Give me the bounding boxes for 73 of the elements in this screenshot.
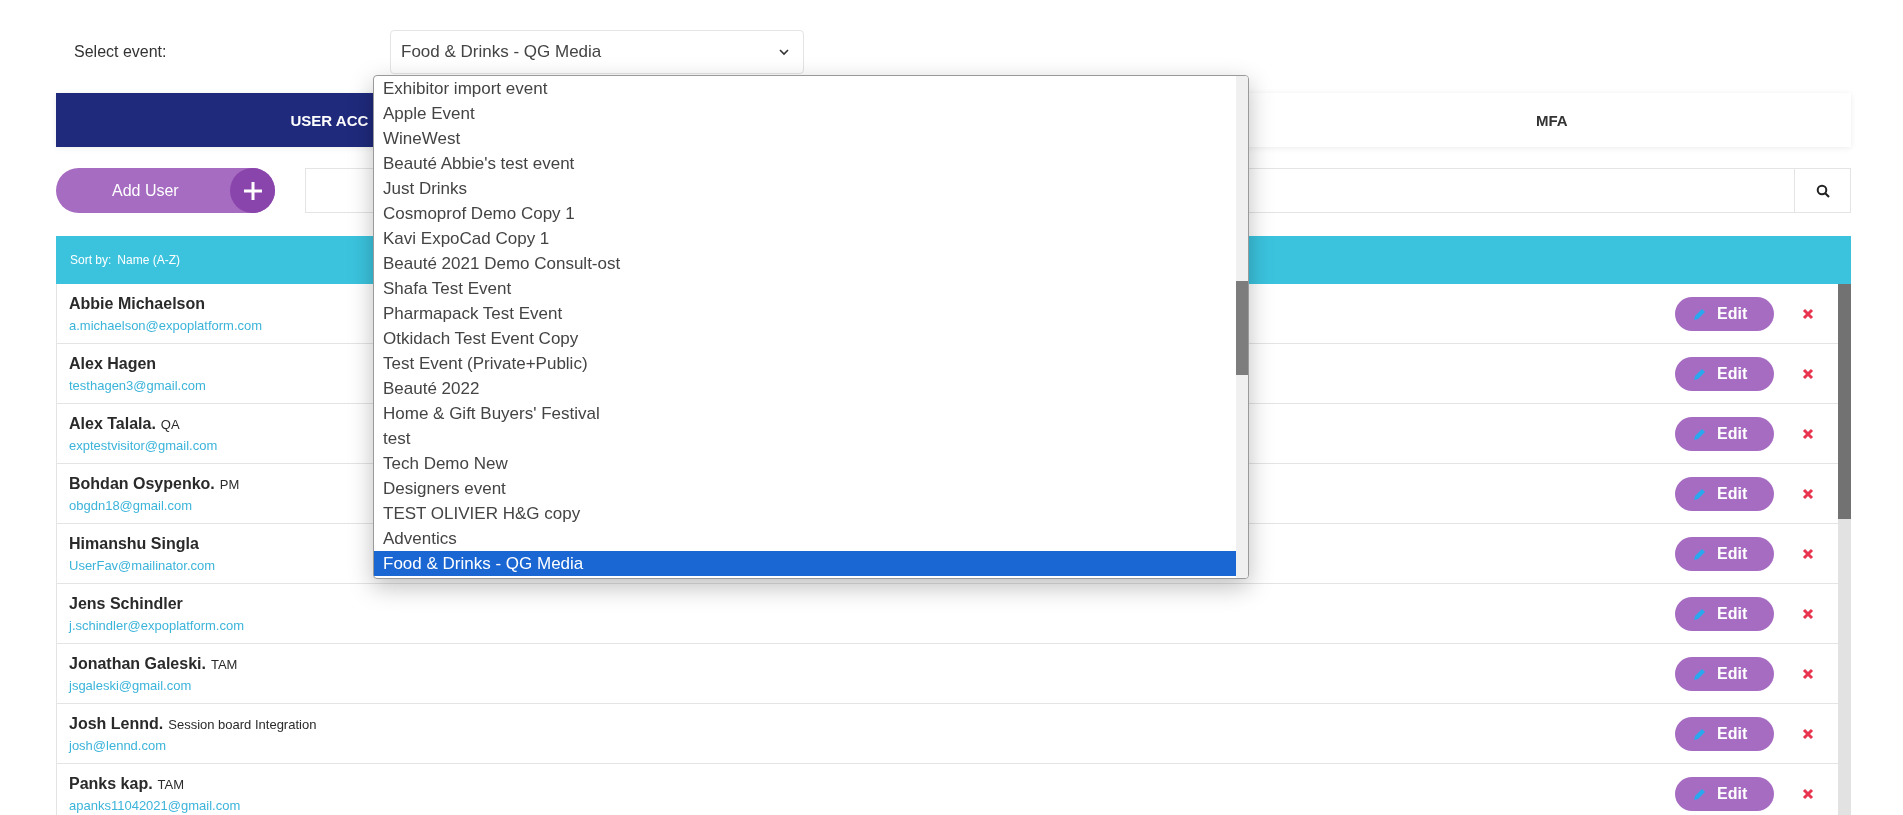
edit-button[interactable]: Edit — [1675, 776, 1774, 811]
select-event-label: Select event: — [73, 43, 168, 61]
user-email: j.schindler@expoplatform.com — [69, 617, 245, 633]
user-email: josh@lennd.com — [69, 737, 167, 753]
delete-icon[interactable] — [1802, 307, 1814, 320]
pencil-icon — [1693, 786, 1707, 801]
edit-button[interactable]: Edit — [1675, 296, 1774, 331]
delete-icon[interactable] — [1802, 367, 1814, 380]
dropdown-option[interactable]: test — [374, 426, 1236, 451]
dropdown-option[interactable]: Designers event — [374, 476, 1236, 501]
user-email: apanks11042021@gmail.com — [69, 797, 241, 813]
edit-button[interactable]: Edit — [1675, 356, 1774, 391]
user-name: Bohdan Osypenko. PM — [69, 474, 240, 493]
edit-button[interactable]: Edit — [1675, 656, 1774, 691]
user-name: Jens Schindler — [69, 594, 183, 613]
tab[interactable]: MFA — [1252, 93, 1851, 147]
delete-icon[interactable] — [1802, 607, 1814, 620]
pencil-icon — [1693, 306, 1707, 321]
add-user-button[interactable]: Add User — [56, 168, 275, 213]
dropdown-option[interactable]: Beauté 2022 — [374, 376, 1236, 401]
plus-icon — [242, 180, 263, 201]
delete-icon[interactable] — [1802, 667, 1814, 680]
search-button[interactable] — [1795, 168, 1851, 213]
dropdown-scrollbar[interactable] — [1236, 76, 1248, 578]
delete-icon[interactable] — [1802, 727, 1814, 740]
edit-button[interactable]: Edit — [1675, 476, 1774, 511]
user-email: jsgaleski@gmail.com — [69, 677, 192, 693]
dropdown-option[interactable]: Cosmoprof Demo Copy 1 — [374, 201, 1236, 226]
dropdown-option[interactable]: Adventics — [374, 526, 1236, 551]
scrollbar[interactable] — [1838, 284, 1851, 815]
user-name: Panks kap. TAM — [69, 774, 185, 793]
edit-button[interactable]: Edit — [1675, 536, 1774, 571]
dropdown-option[interactable]: Food & Drinks - QG Media — [374, 551, 1236, 576]
user-email: testhagen3@gmail.com — [69, 377, 206, 393]
edit-button[interactable]: Edit — [1675, 716, 1774, 751]
user-name: Himanshu Singla — [69, 534, 199, 553]
search-icon — [1815, 183, 1830, 198]
delete-icon[interactable] — [1802, 787, 1814, 800]
dropdown-option[interactable]: Beauté Abbie's test event — [374, 151, 1236, 176]
dropdown-option[interactable]: Beauté 2021 Demo Consult-ost — [374, 251, 1236, 276]
dropdown-option[interactable]: Pharmapack Test Event — [374, 301, 1236, 326]
dropdown-option[interactable]: Test Event (Private+Public) — [374, 351, 1236, 376]
event-select[interactable]: Food & Drinks - QG Media — [390, 30, 804, 74]
pencil-icon — [1693, 486, 1707, 501]
pencil-icon — [1693, 426, 1707, 441]
dropdown-option[interactable]: Home & Gift Buyers' Festival — [374, 401, 1236, 426]
dropdown-option[interactable]: Just Drinks — [374, 176, 1236, 201]
sort-label: Sort by: — [70, 253, 112, 267]
pencil-icon — [1693, 606, 1707, 621]
pencil-icon — [1693, 546, 1707, 561]
user-name: Alex Talala. QA — [69, 414, 180, 433]
user-name: Josh Lennd. Session board Integration — [69, 714, 317, 733]
user-name: Jonathan Galeski. TAM — [69, 654, 238, 673]
delete-icon[interactable] — [1802, 547, 1814, 560]
caret-icon — [779, 48, 789, 56]
dropdown-option[interactable]: Kavi ExpoCad Copy 1 — [374, 226, 1236, 251]
edit-button[interactable]: Edit — [1675, 416, 1774, 451]
user-email: exptestvisitor@gmail.com — [69, 437, 218, 453]
dropdown-option[interactable]: Otkidach Test Event Copy — [374, 326, 1236, 351]
delete-icon[interactable] — [1802, 427, 1814, 440]
dropdown-option[interactable]: TEST OLIVIER H&G copy — [374, 501, 1236, 526]
dropdown-option[interactable]: Shafa Test Event — [374, 276, 1236, 301]
pencil-icon — [1693, 726, 1707, 741]
delete-icon[interactable] — [1802, 487, 1814, 500]
edit-button[interactable]: Edit — [1675, 596, 1774, 631]
pencil-icon — [1693, 666, 1707, 681]
pencil-icon — [1693, 366, 1707, 381]
user-name: Alex Hagen — [69, 354, 157, 373]
user-name: Abbie Michaelson — [69, 294, 206, 313]
user-email: UserFav@mailinator.com — [69, 557, 216, 573]
user-email: obgdn18@gmail.com — [69, 497, 193, 513]
dropdown-option[interactable]: Tech Demo New — [374, 451, 1236, 476]
user-email: a.michaelson@expoplatform.com — [69, 317, 263, 333]
